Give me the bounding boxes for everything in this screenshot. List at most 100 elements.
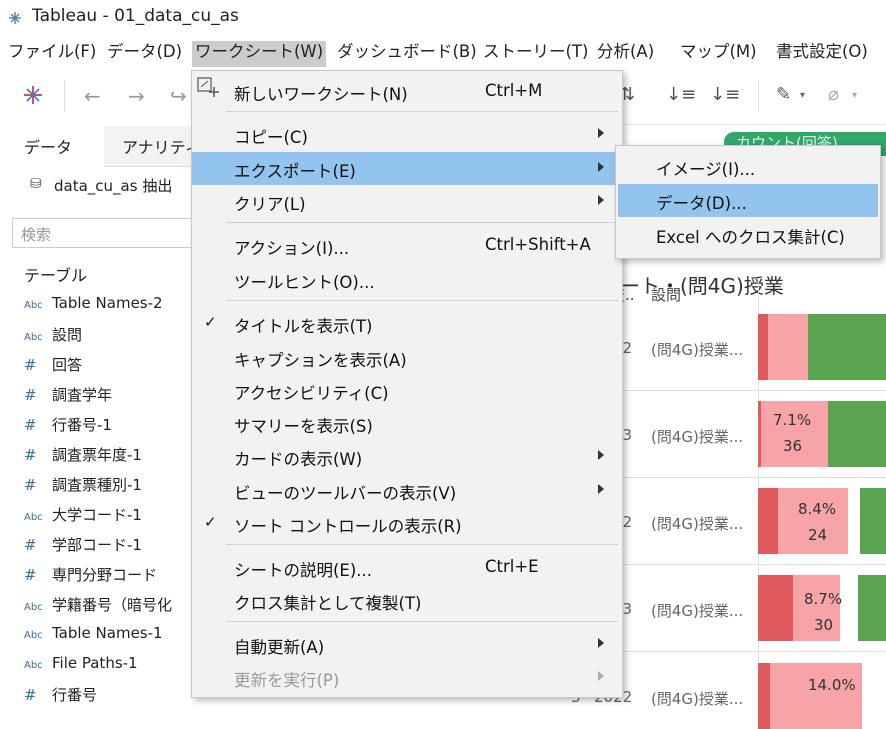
redo-icon[interactable]: → [128,84,145,108]
bar-segment-negative[interactable] [758,575,793,641]
highlight-dropdown-icon[interactable]: ▾ [800,90,805,101]
column-header-question: 設問 [651,286,682,304]
sort-descending-icon[interactable]: ↓≡ [710,84,740,105]
field-item[interactable]: Abc 設問 [24,324,82,345]
field-item[interactable]: Abc Table Names-1 [24,624,163,642]
submenu-arrow-icon [598,638,604,648]
clip-icon[interactable]: ⌀ [828,84,839,105]
menu-item-label: アクション(I)... [234,239,350,258]
datasource-name[interactable]: data_cu_as 抽出 [54,175,172,196]
number-type-icon: # [24,566,37,584]
highlight-icon[interactable]: ✎ [776,84,791,105]
menu-data[interactable]: データ(D) [107,41,182,67]
replay-icon[interactable]: ↪ [170,84,187,108]
menu-worksheet[interactable]: ワークシート(W) [192,41,327,67]
field-item[interactable]: # 調査票年度-1 [24,444,142,465]
menu-item-label: コピー(C) [234,128,308,147]
menu-item-show-summary[interactable]: サマリーを表示(S) [192,407,622,440]
field-item[interactable]: Abc File Paths-1 [24,654,138,672]
menu-item-run-update[interactable]: 更新を実行(P) [192,661,622,694]
menu-item-label: イメージ(I)... [656,160,756,179]
bar-segment-negative[interactable] [758,663,770,729]
bar-segment-positive[interactable] [858,575,886,641]
string-type-icon: Abc [24,300,43,311]
checkmark-icon: ✓ [204,513,217,531]
tab-data[interactable]: データ [24,134,72,158]
menu-item-action[interactable]: アクション(I)... Ctrl+Shift+A [192,229,622,262]
row-question: (問4G)授業... [651,341,744,359]
menu-item-label: 自動更新(A) [234,638,325,657]
sort-ascending-icon[interactable]: ↓≡ [666,84,696,105]
menu-story[interactable]: ストーリー(T) [483,41,588,67]
submenu-arrow-icon [598,128,604,138]
menu-analysis[interactable]: 分析(A) [597,41,654,67]
menu-item-show-view-toolbar[interactable]: ビューのツールバーの表示(V) [192,474,622,507]
menu-item-label: クリア(L) [234,195,306,214]
menu-dashboard[interactable]: ダッシュボード(B) [337,41,477,67]
bar-segment-somewhat-negative[interactable] [778,488,848,554]
bar-segment-positive[interactable] [828,401,886,467]
menu-map[interactable]: マップ(M) [680,41,757,67]
clip-dropdown-icon[interactable]: ▾ [852,90,857,101]
menu-item-duplicate-as-crosstab[interactable]: クロス集計として複製(T) [192,584,622,617]
field-item[interactable]: Abc 大学コード-1 [24,504,142,525]
window-title: Tableau - 01_data_cu_as [32,6,239,26]
field-name: 設問 [52,326,83,344]
menu-separator [226,300,618,301]
field-item[interactable]: Abc Table Names-2 [24,294,163,312]
export-submenu: イメージ(I)... データ(D)... Excel へのクロス集計(C) [615,145,881,259]
row-divider [597,564,886,565]
export-item-crosstab-to-excel[interactable]: Excel へのクロス集計(C) [618,218,878,251]
export-item-image[interactable]: イメージ(I)... [618,150,878,183]
export-item-data[interactable]: データ(D)... [618,184,878,217]
bar-segment-positive[interactable] [808,314,886,380]
row-question: (問4G)授業... [651,428,744,446]
bar-segment-positive[interactable] [860,488,886,554]
menu-item-copy[interactable]: コピー(C) [192,118,622,151]
undo-icon[interactable]: ← [84,84,101,108]
field-item[interactable]: # 専門分野コード [24,564,157,585]
number-type-icon: # [24,686,37,704]
field-item[interactable]: # 行番号-1 [24,414,112,435]
menu-format[interactable]: 書式設定(O) [776,41,868,67]
menu-item-clear[interactable]: クリア(L) [192,185,622,218]
menu-item-show-title[interactable]: タイトルを表示(T) ✓ [192,307,622,340]
field-item[interactable]: # 学部コード-1 [24,534,142,555]
number-type-icon: # [24,356,37,374]
menu-item-label: Excel へのクロス集計(C) [656,228,845,247]
bar-segment-somewhat-negative[interactable] [770,663,862,729]
menu-file[interactable]: ファイル(F) [8,41,96,67]
field-name: Table Names-1 [52,624,163,642]
string-type-icon: Abc [24,630,43,641]
menu-item-tooltip[interactable]: ツールヒント(O)... [192,263,622,296]
menu-item-label: キャプションを表示(A) [234,351,407,370]
field-item[interactable]: # 調査票種別-1 [24,474,142,495]
bar-label-count: 30 [814,616,834,634]
field-name: 行番号 [52,686,98,704]
menu-item-shortcut: Ctrl+M [485,81,543,100]
start-page-icon[interactable] [22,84,44,106]
row-question: (問4G)授業... [651,690,744,708]
menu-item-new-worksheet[interactable]: 新しいワークシート(N) Ctrl+M [192,75,622,108]
menu-item-show-sort-controls[interactable]: ソート コントロールの表示(R) ✓ [192,507,622,540]
checkmark-icon: ✓ [204,313,217,331]
menu-item-export[interactable]: エクスポート(E) [192,152,622,185]
field-name: 調査票年度-1 [52,446,142,464]
field-item[interactable]: # 調査学年 [24,384,112,405]
bar-segment-negative[interactable] [758,314,768,380]
datasource-icon: ⛁ [30,176,42,192]
search-input[interactable]: 検索 [12,218,192,248]
bar-segment-somewhat-negative[interactable] [768,314,808,380]
submenu-arrow-icon [598,671,604,681]
field-item[interactable]: # 回答 [24,354,82,375]
menu-item-auto-update[interactable]: 自動更新(A) [192,628,622,661]
menu-item-accessibility[interactable]: アクセシビリティ(C) [192,374,622,407]
bar-segment-negative[interactable] [758,488,778,554]
menu-item-show-cards[interactable]: カードの表示(W) [192,440,622,473]
menu-item-show-caption[interactable]: キャプションを表示(A) [192,341,622,374]
bar-label-percent: 14.0% [808,676,856,694]
tab-analytics[interactable]: アナリティ [122,134,201,158]
menu-item-sheet-description[interactable]: シートの説明(E)... Ctrl+E [192,551,622,584]
field-item[interactable]: Abc 学籍番号（暗号化 [24,594,172,615]
field-name: 調査学年 [52,386,113,404]
